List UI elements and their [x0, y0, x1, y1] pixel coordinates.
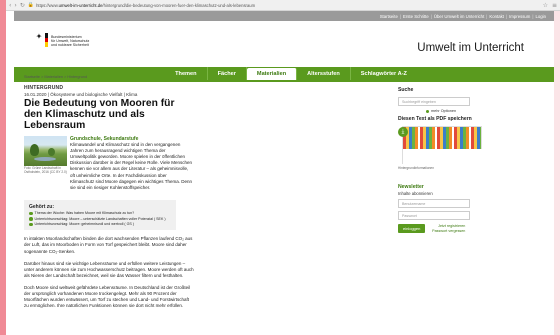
bullet-icon [29, 222, 33, 227]
nav-altersstufen[interactable]: Altersstufen [297, 67, 351, 80]
sidebar: Suche Suchbegriff eingeben mehr Optionen… [398, 87, 483, 233]
nav-faecher[interactable]: Fächer [208, 67, 247, 80]
german-flag-icon [45, 33, 48, 48]
meta-separator: | [505, 13, 508, 19]
download-icon[interactable]: ⤓ [398, 127, 408, 137]
meta-link-erste-schritte[interactable]: Erste Schritte [403, 14, 429, 19]
meta-separator: | [486, 13, 488, 19]
related-item[interactable]: Thema der Woche: Was haben Moore mit Kli… [29, 211, 171, 215]
nav-themen[interactable]: Themen [165, 67, 208, 80]
pdf-caption: Hintergrundinformationen [398, 166, 434, 170]
pdf-thumbnail [402, 126, 483, 165]
related-link[interactable]: Unterrichtsvorschlag: Moore – unterschät… [35, 217, 166, 221]
pdf-download[interactable]: ⤓ [398, 126, 483, 166]
page-gutter-right [554, 11, 560, 335]
bullet-icon [29, 217, 33, 221]
meta-link-login[interactable]: Login [535, 14, 546, 19]
article: HINTERGRUND 16.01.2020 | Ökosysteme und … [24, 85, 194, 309]
back-icon[interactable]: ‹ [9, 2, 11, 9]
newsletter-subheading: Inhalte abonnieren [398, 191, 433, 196]
bullet-icon [29, 211, 33, 216]
body-paragraph: In intakten Moorlandschaften binden die … [24, 236, 193, 254]
site-header: ✦ Bundesministerium für Umwelt, Natursch… [14, 21, 554, 67]
intro-paragraph: Klimawandel und Klimaschutz sind in den … [70, 142, 192, 190]
ministry-logo[interactable]: ✦ Bundesministerium für Umwelt, Natursch… [35, 32, 89, 48]
main-navigation: Themen Fächer Materialien Altersstufen S… [14, 67, 554, 80]
star-icon[interactable]: ☆ [543, 2, 548, 9]
url-path: /hintergrund/die-bedeutung-von-mooren-fu… [102, 2, 256, 8]
related-link[interactable]: Thema der Woche: Was haben Moore mit Kli… [35, 211, 135, 215]
account-links: Jetzt registrieren Passwort vergessen [429, 224, 465, 233]
pdf-heading: Diesen Text als PDF speichern [398, 116, 472, 122]
breadcrumb[interactable]: Startseite > Materialien > Hintergrund [24, 75, 87, 79]
page-title: Die Bedeutung von Mooren für den Klimasc… [24, 98, 175, 131]
url-domain: umwelt-im-unterricht.de [58, 2, 103, 8]
meta-link-startseite[interactable]: Startseite [380, 14, 398, 19]
more-options-link[interactable]: mehr Optionen [426, 109, 482, 113]
nav-underline [14, 80, 554, 82]
nav-materialien[interactable]: Materialien [246, 68, 298, 80]
browser-tools: ☆ ≡ [543, 2, 557, 9]
article-kicker: HINTERGRUND [24, 85, 64, 91]
pdf-thumbnail-page [403, 149, 483, 165]
browser-window: ‹ › ↻ 🔒 https://www.umwelt-im-unterricht… [6, 0, 560, 335]
ministry-name-line: und nukleare Sicherheit [51, 43, 89, 47]
photo-tree [30, 144, 39, 156]
site-title[interactable]: Umwelt im Unterricht [417, 42, 524, 54]
intro-text-block: Grundschule, Sekundarstufe Klimawandel u… [70, 136, 192, 191]
photo-water [34, 157, 56, 161]
password-field[interactable]: Passwort [398, 211, 470, 220]
eagle-icon: ✦ [35, 32, 43, 41]
newsletter-heading: Newsletter [398, 184, 424, 190]
search-input[interactable]: Suchbegriff eingeben [398, 97, 470, 106]
login-button[interactable]: einloggen [398, 224, 426, 233]
url-prefix: https://www. [36, 2, 59, 8]
related-item[interactable]: Unterrichtsvorschlag: Moore: geheimnisvo… [29, 222, 171, 226]
address-bar[interactable]: ‹ › ↻ 🔒 https://www.umwelt-im-unterricht… [6, 0, 560, 11]
forgot-password-link[interactable]: Passwort vergessen [429, 229, 465, 234]
photo-bush [48, 148, 55, 156]
meta-separator: | [399, 13, 401, 19]
article-intro: Foto: Grüne Landschaft in Ostholstein, 2… [24, 136, 192, 191]
meta-separator: | [532, 13, 534, 19]
related-box: Gehört zu: Thema der Woche: Was haben Mo… [24, 199, 176, 231]
ministry-name: Bundesministerium für Umwelt, Naturschut… [51, 35, 89, 47]
username-field[interactable]: Benutzername [398, 199, 470, 208]
search-heading: Suche [398, 87, 414, 93]
body-paragraph: Darüber hinaus sind sie wichtige Lebensr… [24, 260, 194, 278]
reload-icon[interactable]: ↻ [20, 2, 25, 9]
related-item[interactable]: Unterrichtsvorschlag: Moore – unterschät… [29, 217, 171, 221]
meta-link-ueber[interactable]: Über Umwelt im Unterricht [434, 14, 484, 19]
meta-link-kontakt[interactable]: Kontakt [489, 14, 504, 19]
meta-link-impressum[interactable]: Impressum [509, 14, 530, 19]
url-text[interactable]: https://www.umwelt-im-unterricht.de/hint… [36, 3, 543, 8]
bullet-icon [426, 109, 429, 113]
photo-block: Foto: Grüne Landschaft in Ostholstein, 2… [24, 136, 67, 191]
article-dateline: 16.01.2020 | Ökosysteme und biologische … [24, 92, 138, 97]
lock-icon: 🔒 [27, 2, 35, 8]
photo-caption: Foto: Grüne Landschaft in Ostholstein, 2… [24, 166, 67, 174]
related-link[interactable]: Unterrichtsvorschlag: Moore: geheimnisvo… [35, 222, 134, 226]
more-options-label: mehr Optionen [431, 109, 457, 113]
forward-icon[interactable]: › [14, 2, 16, 9]
login-row: einloggen Jetzt registrieren Passwort ve… [398, 224, 482, 233]
moor-photo[interactable] [24, 136, 67, 166]
meta-separator: | [430, 13, 432, 19]
nav-schlagwoerter[interactable]: Schlagwörter A-Z [351, 67, 417, 80]
related-heading: Gehört zu: [29, 203, 54, 210]
body-paragraph: Doch Moore sind weltweit gefährdete Lebe… [24, 284, 191, 309]
meta-navigation: Startseite | Erste Schritte | Über Umwelt … [14, 11, 554, 21]
menu-icon[interactable]: ≡ [552, 2, 557, 9]
